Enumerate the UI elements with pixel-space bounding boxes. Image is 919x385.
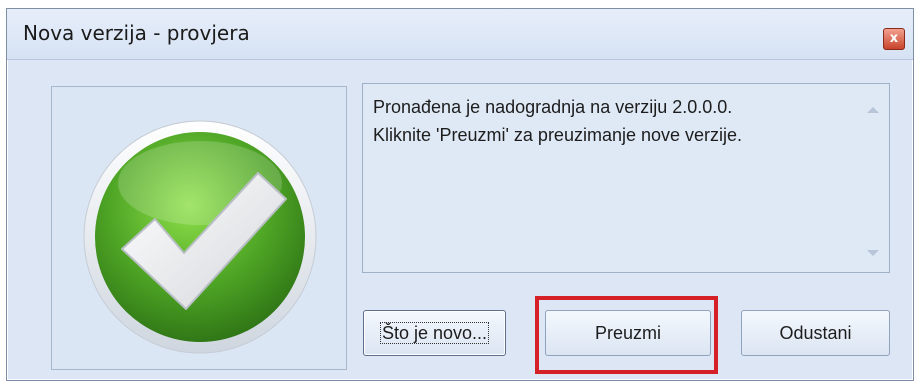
cancel-button[interactable]: Odustani: [741, 310, 890, 356]
title-bar[interactable]: Nova verzija - provjera x: [7, 9, 913, 60]
close-button[interactable]: x: [883, 28, 905, 50]
checkmark-icon: [83, 120, 317, 354]
scroll-up-arrow-icon[interactable]: [867, 107, 879, 113]
scroll-down-arrow-icon[interactable]: [867, 250, 879, 256]
close-icon: x: [889, 31, 899, 46]
cancel-label: Odustani: [779, 323, 852, 343]
update-check-window: Nova verzija - provjera x Pronađena je n…: [6, 8, 914, 381]
whats-new-label: Što je novo...: [379, 322, 490, 344]
update-message: Pronađena je nadogradnja na verziju 2.0.…: [373, 97, 743, 145]
download-button[interactable]: Preuzmi: [545, 310, 711, 356]
update-message-box[interactable]: Pronađena je nadogradnja na verziju 2.0.…: [362, 83, 890, 273]
download-label: Preuzmi: [594, 323, 661, 343]
whats-new-button[interactable]: Što je novo...: [363, 310, 506, 356]
status-image-panel: [51, 86, 347, 370]
window-title: Nova verzija - provjera: [23, 21, 250, 45]
